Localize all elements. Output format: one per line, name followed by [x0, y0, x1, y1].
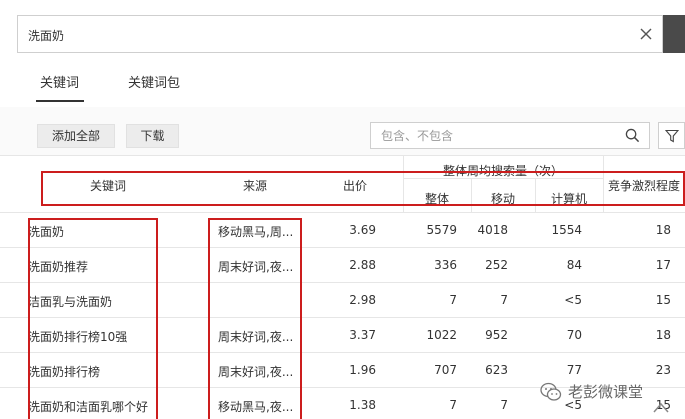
- computer-cell: 84: [566, 258, 582, 272]
- table-top-border: [0, 155, 685, 156]
- active-tab-indicator: [36, 100, 84, 102]
- search-query-text[interactable]: 洗面奶: [28, 27, 64, 44]
- total-cell: 336: [434, 258, 457, 272]
- bid-cell: 1.38: [349, 398, 376, 412]
- bid-cell: 3.69: [349, 223, 376, 237]
- bid-cell: 2.88: [349, 258, 376, 272]
- search-icon[interactable]: [625, 128, 640, 143]
- bid-cell: 2.98: [349, 293, 376, 307]
- computer-cell: 1554: [551, 223, 582, 237]
- total-cell: 7: [449, 398, 457, 412]
- filter-input[interactable]: [381, 127, 611, 144]
- mobile-cell: 623: [485, 363, 508, 377]
- bid-cell: 1.96: [349, 363, 376, 377]
- mobile-cell: 952: [485, 328, 508, 342]
- mobile-cell: 252: [485, 258, 508, 272]
- keyword-search-input[interactable]: 洗面奶: [17, 15, 663, 53]
- arrow-up-icon[interactable]: [650, 398, 672, 416]
- tab-keywords[interactable]: 关键词: [40, 72, 79, 91]
- search-submit-button[interactable]: [663, 15, 685, 53]
- computer-cell: <5: [564, 293, 582, 307]
- computer-cell: 70: [566, 328, 582, 342]
- keyword-column-highlight-box: [28, 218, 158, 419]
- mobile-cell: 7: [500, 398, 508, 412]
- add-all-button[interactable]: 添加全部: [37, 124, 115, 148]
- total-cell: 1022: [426, 328, 457, 342]
- watermark-text: 老彭微课堂: [568, 383, 644, 401]
- wechat-icon: [540, 382, 562, 401]
- mobile-cell: 4018: [477, 223, 508, 237]
- header-highlight-box: [41, 171, 685, 206]
- total-cell: 7: [449, 293, 457, 307]
- tab-keyword-packages[interactable]: 关键词包: [128, 72, 180, 91]
- source-column-highlight-box: [208, 218, 302, 419]
- download-button[interactable]: 下载: [126, 124, 179, 148]
- competition-cell: 18: [655, 223, 671, 237]
- computer-cell: 77: [566, 363, 582, 377]
- filter-search-box[interactable]: [370, 122, 650, 149]
- header-bottom-border: [0, 212, 685, 213]
- bid-cell: 3.37: [349, 328, 376, 342]
- competition-cell: 18: [655, 328, 671, 342]
- total-cell: 5579: [426, 223, 457, 237]
- close-icon[interactable]: [636, 24, 656, 44]
- funnel-icon: [665, 129, 679, 143]
- total-cell: 707: [434, 363, 457, 377]
- competition-cell: 17: [655, 258, 671, 272]
- mobile-cell: 7: [500, 293, 508, 307]
- competition-cell: 23: [655, 363, 671, 377]
- filter-funnel-button[interactable]: [658, 122, 685, 149]
- competition-cell: 15: [655, 293, 671, 307]
